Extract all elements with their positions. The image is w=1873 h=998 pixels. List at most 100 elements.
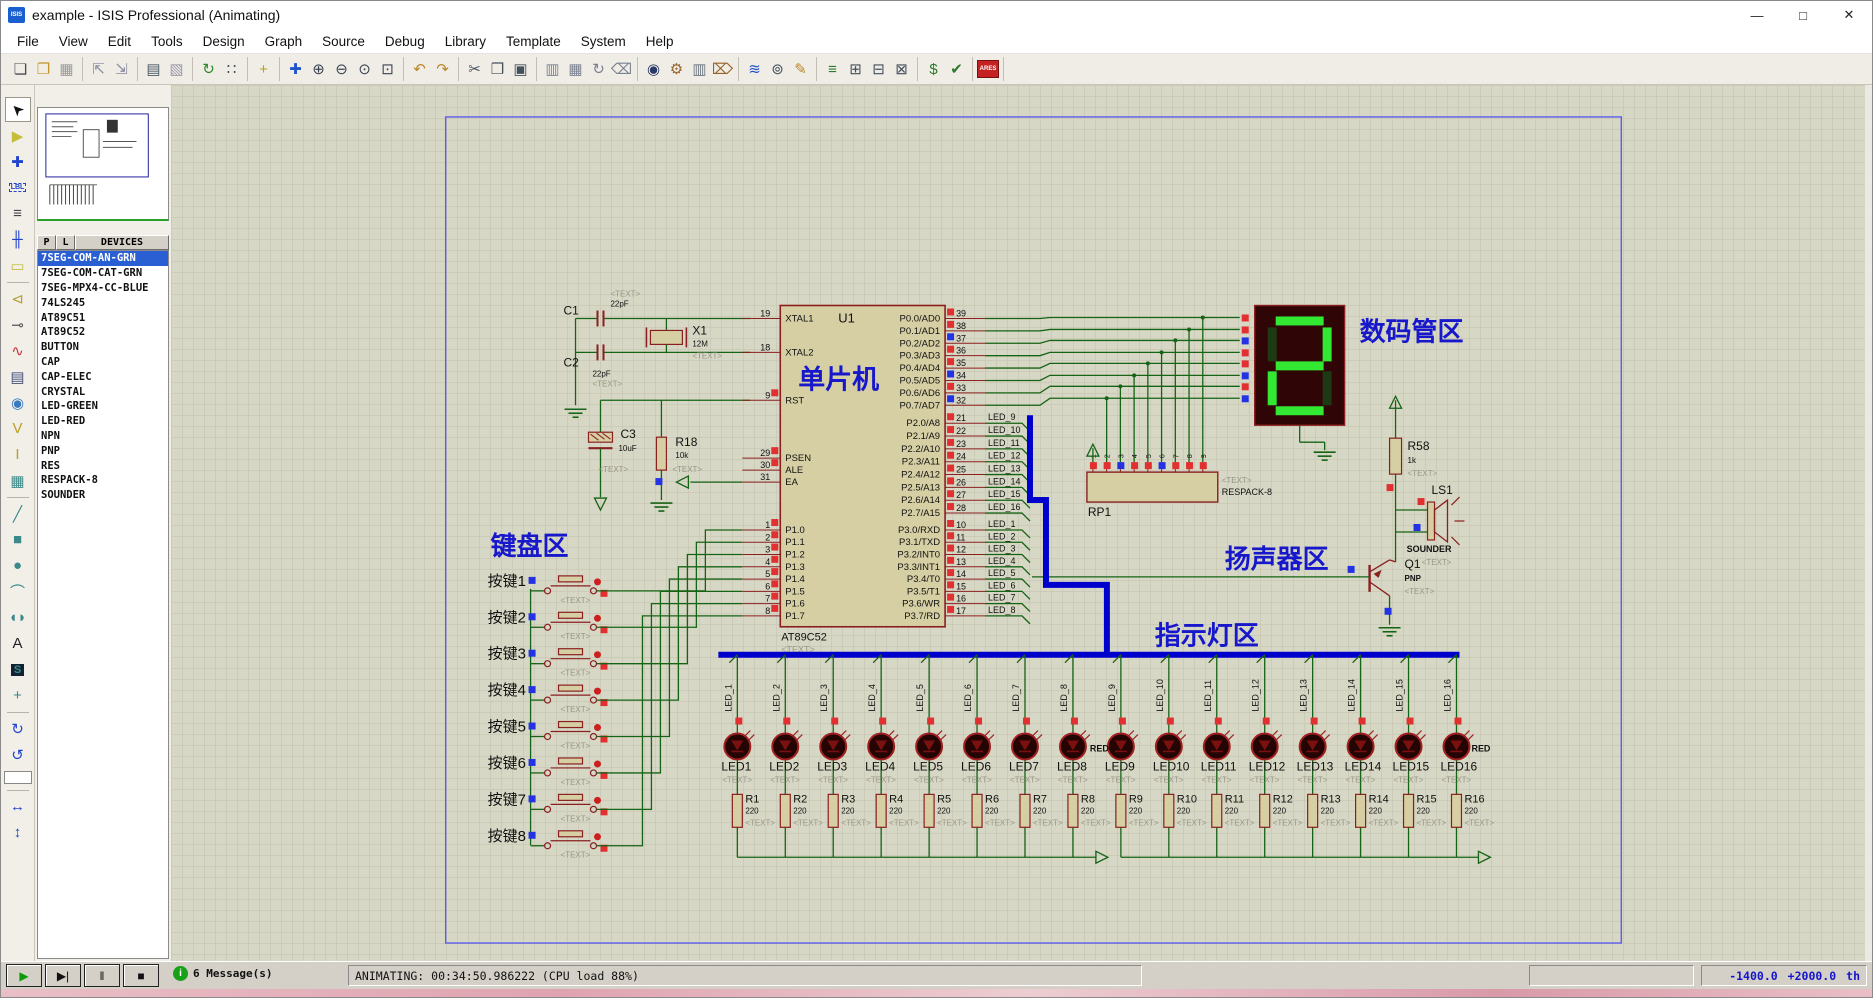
paste-icon[interactable]: ▣ [509, 58, 532, 81]
import-section-icon[interactable]: ⇱ [87, 58, 110, 81]
library-button[interactable]: L [56, 235, 75, 250]
device-item[interactable]: RESPACK-8 [38, 473, 168, 488]
device-item[interactable]: 7SEG-MPX4-CC-BLUE [38, 281, 168, 296]
device-item[interactable]: RES [38, 458, 168, 473]
zoom-in-icon[interactable]: ⊕ [307, 58, 330, 81]
design-explorer-icon[interactable]: ≡ [821, 58, 844, 81]
menu-edit[interactable]: Edit [98, 31, 141, 52]
crystal-circuit[interactable]: C122pF<TEXT>C222pF<TEXT>X112M<TEXT> [564, 290, 751, 418]
buses-mode-icon[interactable]: ╫ [5, 227, 31, 252]
2d-arc-mode-icon[interactable]: ⌒ [5, 579, 31, 604]
rotate-anticlockwise-icon[interactable]: ↺ [5, 742, 31, 767]
packaging-tool-icon[interactable]: ▥ [688, 58, 711, 81]
terminals-mode-icon[interactable]: ⊲ [5, 286, 31, 311]
device-item[interactable]: 74LS245 [38, 295, 168, 310]
reset-circuit[interactable]: C310uF<TEXT>R1810k<TEXT> [589, 400, 751, 511]
virtual-instruments-mode-icon[interactable]: ▦ [5, 468, 31, 493]
device-item[interactable]: CRYSTAL [38, 384, 168, 399]
overview-minimap[interactable] [37, 107, 169, 221]
minimize-button[interactable]: — [1734, 1, 1780, 29]
device-item[interactable]: 7SEG-COM-AN-GRN [38, 251, 168, 266]
device-item[interactable]: CAP-ELEC [38, 369, 168, 384]
make-device-icon[interactable]: ⚙ [665, 58, 688, 81]
voltage-probe-mode-icon[interactable]: V [5, 416, 31, 441]
schematic-canvas[interactable]: C122pF<TEXT>C222pF<TEXT>X112M<TEXT>C310u… [171, 85, 1865, 961]
mirror-vertical-icon[interactable]: ↕ [5, 820, 31, 845]
stop-button[interactable]: ■ [123, 964, 159, 987]
respack-rp1[interactable]: 123456789RP1<TEXT>RESPACK-8 [1087, 444, 1272, 519]
search-tag-icon[interactable]: ⊚ [766, 58, 789, 81]
bill-of-materials-icon[interactable]: $ [922, 58, 945, 81]
undo-icon[interactable]: ↶ [408, 58, 431, 81]
tape-recorder-mode-icon[interactable]: ▤ [5, 364, 31, 389]
device-item[interactable]: LED-RED [38, 414, 168, 429]
device-item[interactable]: LED-GREEN [38, 399, 168, 414]
message-count[interactable]: 6 Message(s) [193, 967, 272, 980]
device-item[interactable]: BUTTON [38, 340, 168, 355]
2d-line-mode-icon[interactable]: ╱ [5, 501, 31, 526]
component-mode-icon[interactable]: ▶ [5, 123, 31, 148]
block-rotate-icon[interactable]: ↻ [587, 58, 610, 81]
mark-output-area-icon[interactable]: ▧ [165, 58, 188, 81]
2d-box-mode-icon[interactable]: ■ [5, 527, 31, 552]
device-item[interactable]: 7SEG-COM-CAT-GRN [38, 266, 168, 281]
mirror-horizontal-icon[interactable]: ↔ [5, 794, 31, 819]
pick-devices-button[interactable]: P [37, 235, 56, 250]
block-delete-icon[interactable]: ⌫ [610, 58, 633, 81]
mcu-u1[interactable]: U1单片机AT89C52<TEXT>19XTAL118XTAL29RST29PS… [742, 305, 985, 654]
menu-view[interactable]: View [49, 31, 98, 52]
export-section-icon[interactable]: ⇲ [110, 58, 133, 81]
menu-source[interactable]: Source [312, 31, 375, 52]
menu-library[interactable]: Library [435, 31, 496, 52]
zoom-area-icon[interactable]: ⊡ [376, 58, 399, 81]
netlist-to-ares-icon[interactable]: ARES [977, 60, 999, 78]
block-copy-icon[interactable]: ▥ [541, 58, 564, 81]
rotation-angle-field[interactable] [4, 771, 32, 784]
save-file-icon[interactable]: ▦ [55, 58, 78, 81]
led-array[interactable]: LED_1LED1<TEXT>R1220<TEXT>LED_2LED2<TEXT… [721, 655, 1494, 864]
new-sheet-icon[interactable]: ⊞ [844, 58, 867, 81]
text-script-mode-icon[interactable]: ≡ [5, 201, 31, 226]
menu-debug[interactable]: Debug [375, 31, 435, 52]
open-file-icon[interactable]: ❐ [32, 58, 55, 81]
device-item[interactable]: NPN [38, 429, 168, 444]
cut-icon[interactable]: ✂ [463, 58, 486, 81]
message-info-icon[interactable]: i [173, 966, 188, 981]
remove-sheet-icon[interactable]: ⊟ [867, 58, 890, 81]
2d-path-mode-icon[interactable]: ◖◗ [5, 605, 31, 630]
menu-design[interactable]: Design [193, 31, 255, 52]
wire-autorouter-icon[interactable]: ≋ [743, 58, 766, 81]
electrical-rules-check-icon[interactable]: ✔ [945, 58, 968, 81]
menu-file[interactable]: File [7, 31, 49, 52]
menu-tools[interactable]: Tools [141, 31, 193, 52]
menu-template[interactable]: Template [496, 31, 571, 52]
device-item[interactable]: PNP [38, 443, 168, 458]
print-icon[interactable]: ▤ [142, 58, 165, 81]
redo-icon[interactable]: ↷ [431, 58, 454, 81]
exit-to-parent-icon[interactable]: ⊠ [890, 58, 913, 81]
decompose-icon[interactable]: ⌦ [711, 58, 734, 81]
new-file-icon[interactable]: ❏ [9, 58, 32, 81]
toggle-grid-icon[interactable]: ∷ [220, 58, 243, 81]
generator-mode-icon[interactable]: ◉ [5, 390, 31, 415]
play-button[interactable]: ▶ [6, 964, 42, 987]
current-probe-mode-icon[interactable]: I [5, 442, 31, 467]
redraw-icon[interactable]: ↻ [197, 58, 220, 81]
2d-circle-mode-icon[interactable]: ● [5, 553, 31, 578]
zoom-out-icon[interactable]: ⊖ [330, 58, 353, 81]
selection-pointer-icon[interactable]: ➤ [5, 97, 31, 122]
2d-text-mode-icon[interactable]: A [5, 631, 31, 656]
step-button[interactable]: ▶| [45, 964, 81, 987]
2d-marker-mode-icon[interactable]: + [5, 683, 31, 708]
close-button[interactable]: ✕ [1826, 1, 1872, 29]
property-assignment-icon[interactable]: ✎ [789, 58, 812, 81]
copy-icon[interactable]: ❒ [486, 58, 509, 81]
menu-system[interactable]: System [571, 31, 636, 52]
graph-mode-icon[interactable]: ∿ [5, 338, 31, 363]
2d-symbol-mode-icon[interactable]: S [5, 657, 31, 682]
pause-button[interactable]: ‖ [84, 964, 120, 987]
subcircuit-mode-icon[interactable]: ▭ [5, 253, 31, 278]
rotate-clockwise-icon[interactable]: ↻ [5, 716, 31, 741]
origin-icon[interactable]: + [252, 58, 275, 81]
wire-label-mode-icon[interactable]: LBL [5, 175, 31, 200]
